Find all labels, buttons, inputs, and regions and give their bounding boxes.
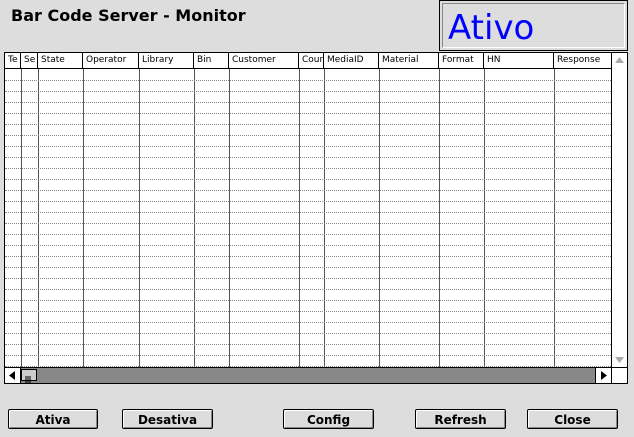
empty-row-guide <box>5 322 611 323</box>
empty-row-guide <box>5 113 611 114</box>
empty-row-guide <box>5 333 611 334</box>
arrow-left-icon <box>9 371 15 380</box>
empty-row-guide <box>5 267 611 268</box>
horizontal-scrollbar[interactable] <box>5 367 611 383</box>
column-header-library[interactable]: Library <box>139 53 194 68</box>
empty-row-guide <box>5 146 611 147</box>
empty-row-guide <box>5 311 611 312</box>
empty-row-guide <box>5 168 611 169</box>
window-title: Bar Code Server - Monitor <box>11 6 246 25</box>
column-header-customer[interactable]: Customer <box>229 53 299 68</box>
empty-row-guide <box>5 278 611 279</box>
empty-row-guide <box>5 80 611 81</box>
arrow-up-icon <box>615 57 624 63</box>
empty-row-guide <box>5 201 611 202</box>
horizontal-scroll-track[interactable] <box>21 368 595 383</box>
config-button[interactable]: Config <box>283 409 374 429</box>
refresh-button[interactable]: Refresh <box>415 409 506 429</box>
vertical-scrollbar[interactable] <box>611 53 627 367</box>
monitor-table[interactable]: Te Se State Operator Library Bin Custome… <box>4 52 628 384</box>
empty-row-guide <box>5 91 611 92</box>
status-panel-inner: Ativo <box>442 3 625 48</box>
empty-row-guide <box>5 179 611 180</box>
scroll-up-button[interactable] <box>612 53 627 68</box>
grip-icon <box>25 376 31 383</box>
column-header-operator[interactable]: Operator <box>83 53 139 68</box>
empty-row-guide <box>5 300 611 301</box>
empty-row-guide <box>5 124 611 125</box>
arrow-right-icon <box>601 371 607 380</box>
status-panel: Ativo <box>439 0 628 51</box>
empty-row-guide <box>5 289 611 290</box>
column-header-format[interactable]: Format <box>439 53 484 68</box>
column-header-mediaid[interactable]: MediaID <box>324 53 379 68</box>
empty-row-guide <box>5 234 611 235</box>
arrow-down-icon <box>615 357 624 363</box>
empty-row-guide <box>5 190 611 191</box>
empty-row-guide <box>5 223 611 224</box>
status-text: Ativo <box>448 8 535 48</box>
empty-row-guide <box>5 245 611 246</box>
empty-row-guide <box>5 344 611 345</box>
vertical-scroll-track[interactable] <box>612 68 627 352</box>
scroll-right-button[interactable] <box>595 368 611 383</box>
table-header: Te Se State Operator Library Bin Custome… <box>5 53 611 69</box>
empty-row-guide <box>5 157 611 158</box>
column-header-te[interactable]: Te <box>5 53 21 68</box>
empty-row-guide <box>5 135 611 136</box>
column-header-hn[interactable]: HN <box>484 53 554 68</box>
scroll-left-button[interactable] <box>5 368 21 383</box>
column-header-bin[interactable]: Bin <box>194 53 229 68</box>
empty-row-guide <box>5 102 611 103</box>
column-header-material[interactable]: Material <box>379 53 439 68</box>
scroll-down-button[interactable] <box>612 352 627 367</box>
scroll-corner <box>611 367 627 383</box>
desativa-button[interactable]: Desativa <box>122 409 213 429</box>
column-header-state[interactable]: State <box>38 53 83 68</box>
ativa-button[interactable]: Ativa <box>8 409 98 429</box>
table-body[interactable] <box>5 69 611 367</box>
empty-row-guide <box>5 355 611 356</box>
column-header-se[interactable]: Se <box>21 53 38 68</box>
horizontal-scroll-thumb[interactable] <box>21 369 37 383</box>
column-header-count[interactable]: Coun <box>299 53 324 68</box>
empty-row-guide <box>5 256 611 257</box>
column-header-response[interactable]: Response <box>554 53 611 68</box>
close-button[interactable]: Close <box>527 409 618 429</box>
empty-row-guide <box>5 212 611 213</box>
